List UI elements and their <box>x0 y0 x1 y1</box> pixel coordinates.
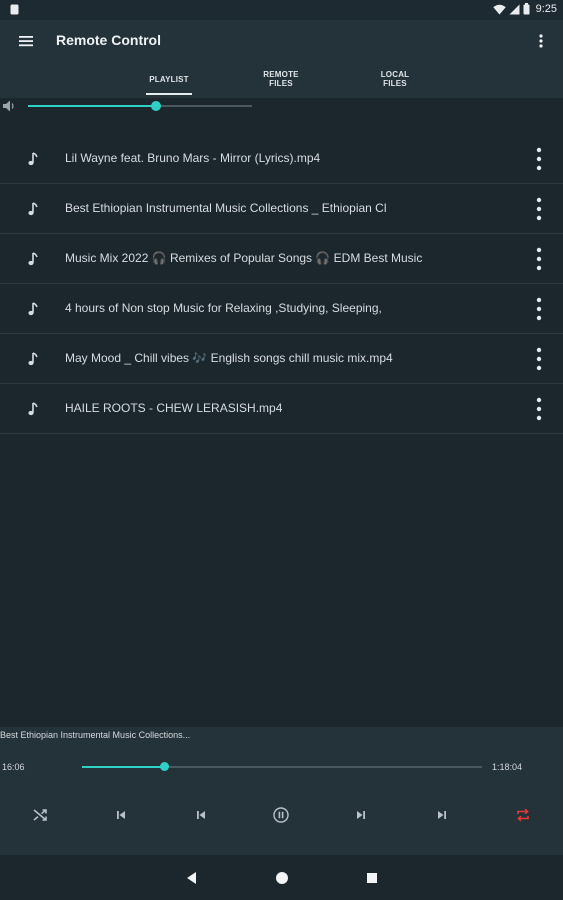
app-bar: Remote Control <box>0 20 563 62</box>
playlist-item-name: Lil Wayne feat. Bruno Mars - Mirror (Lyr… <box>65 151 321 165</box>
status-bar: 9:25 <box>0 0 563 20</box>
tab-playlist[interactable]: PLAYLIST <box>146 62 192 98</box>
volume-slider[interactable] <box>28 101 252 111</box>
tab-remote-files-label: REMOTE <box>263 70 299 79</box>
music-note-icon <box>28 402 38 416</box>
playlist: Lil Wayne feat. Bruno Mars - Mirror (Lyr… <box>0 134 563 434</box>
overview-icon[interactable] <box>363 869 381 887</box>
pause-circle-icon[interactable] <box>272 806 290 824</box>
tab-remote-files[interactable]: REMOTE FILES <box>255 62 307 98</box>
item-more-vert-icon[interactable] <box>529 396 549 422</box>
signal-icon <box>509 4 520 14</box>
playlist-item[interactable]: May Mood _ Chill vibes 🎶 English songs c… <box>0 334 563 384</box>
playlist-item-name: 4 hours of Non stop Music for Relaxing ,… <box>65 301 382 315</box>
seek-bar-thumb[interactable] <box>160 762 169 771</box>
playlist-item-name: May Mood _ Chill vibes 🎶 English songs c… <box>65 351 393 365</box>
item-more-vert-icon[interactable] <box>529 146 549 172</box>
current-time: 16:06 <box>2 762 25 772</box>
home-icon[interactable] <box>273 869 291 887</box>
tab-local-files-label: LOCAL <box>380 70 410 79</box>
total-time: 1:18:04 <box>492 762 523 772</box>
tab-local-files-label-2: FILES <box>383 79 407 88</box>
music-note-icon <box>28 352 38 366</box>
now-playing-panel: Best Ethiopian Instrumental Music Collec… <box>0 727 563 855</box>
skip-next-icon[interactable] <box>433 806 451 824</box>
playlist-item[interactable]: Lil Wayne feat. Bruno Mars - Mirror (Lyr… <box>0 134 563 184</box>
music-note-icon <box>28 302 38 316</box>
music-note-icon <box>28 202 38 216</box>
hamburger-menu-icon[interactable] <box>16 31 36 51</box>
volume-control <box>0 98 563 114</box>
tab-remote-files-label-2: FILES <box>269 79 293 88</box>
now-playing-title: Best Ethiopian Instrumental Music Collec… <box>0 730 191 740</box>
tab-bar: PLAYLIST REMOTE FILES LOCAL FILES <box>0 62 563 98</box>
status-time: 9:25 <box>535 3 557 15</box>
battery-icon <box>523 3 530 15</box>
playlist-item[interactable]: 4 hours of Non stop Music for Relaxing ,… <box>0 284 563 334</box>
playlist-item[interactable]: HAILE ROOTS - CHEW LERASISH.mp4 <box>0 384 563 434</box>
tab-playlist-label: PLAYLIST <box>149 75 189 84</box>
item-more-vert-icon[interactable] <box>529 296 549 322</box>
music-note-icon <box>28 252 38 266</box>
previous-icon[interactable] <box>192 806 210 824</box>
volume-slider-fill <box>28 105 156 107</box>
system-navigation-bar <box>0 855 563 900</box>
shuffle-icon[interactable] <box>31 806 49 824</box>
more-vert-icon[interactable] <box>531 31 551 51</box>
seek-bar[interactable] <box>82 762 482 771</box>
volume-slider-thumb[interactable] <box>151 101 161 111</box>
playlist-item[interactable]: Music Mix 2022 🎧 Remixes of Popular Song… <box>0 234 563 284</box>
tab-active-indicator <box>146 93 192 95</box>
next-icon[interactable] <box>352 806 370 824</box>
page-title: Remote Control <box>56 32 161 48</box>
back-icon[interactable] <box>183 869 201 887</box>
item-more-vert-icon[interactable] <box>529 196 549 222</box>
playlist-item-name: Best Ethiopian Instrumental Music Collec… <box>65 201 387 215</box>
tab-local-files[interactable]: LOCAL FILES <box>369 62 421 98</box>
item-more-vert-icon[interactable] <box>529 346 549 372</box>
seek-bar-fill <box>82 766 164 768</box>
volume-icon[interactable] <box>2 99 16 113</box>
repeat-icon[interactable] <box>514 806 532 824</box>
notification-icon <box>10 4 19 15</box>
music-note-icon <box>28 152 38 166</box>
playlist-item-name: Music Mix 2022 🎧 Remixes of Popular Song… <box>65 251 423 265</box>
wifi-icon <box>492 4 506 14</box>
skip-previous-icon[interactable] <box>112 806 130 824</box>
playlist-item-name: HAILE ROOTS - CHEW LERASISH.mp4 <box>65 401 283 415</box>
playlist-item[interactable]: Best Ethiopian Instrumental Music Collec… <box>0 184 563 234</box>
status-icons: 9:25 <box>492 3 557 15</box>
item-more-vert-icon[interactable] <box>529 246 549 272</box>
